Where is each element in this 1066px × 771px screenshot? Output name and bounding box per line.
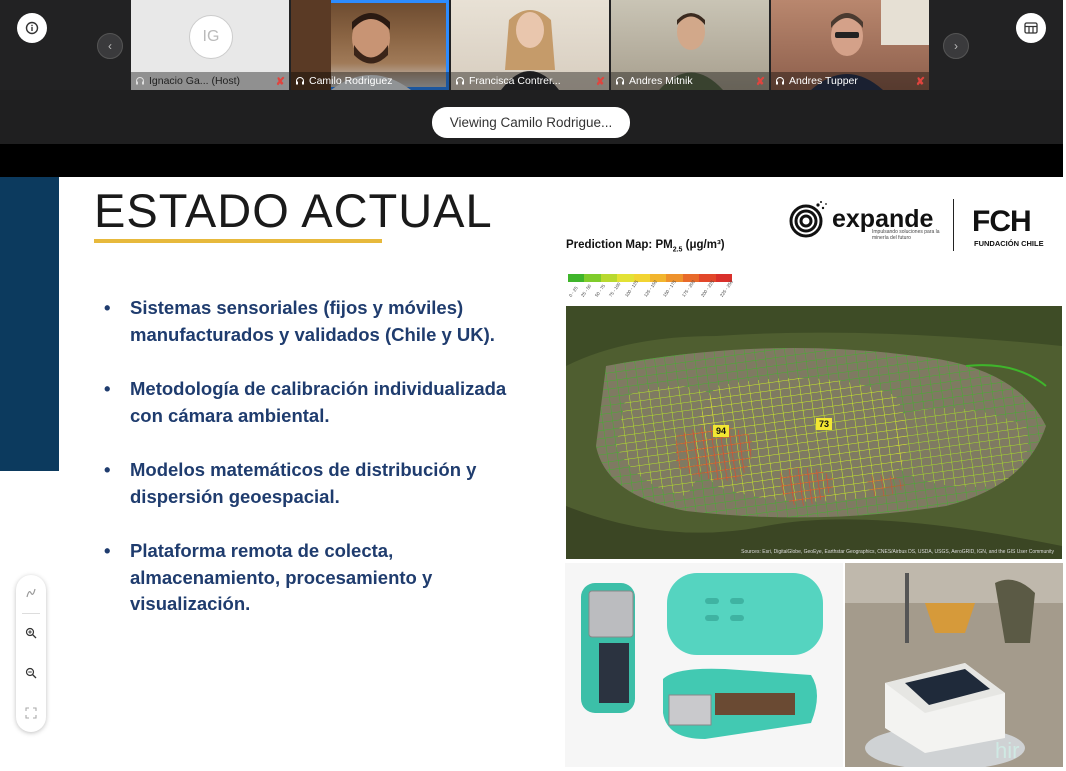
participant-tile-andres-mitnik[interactable]: Andres Mitnik ✘: [611, 0, 769, 90]
prediction-title-unit: (μg/m³): [682, 239, 725, 251]
headset-icon: [456, 77, 464, 85]
scale-tick-label: 100 - 125: [624, 279, 640, 298]
headset-icon: [136, 77, 144, 85]
bullet-item: Plataforma remota de colecta, almacenami…: [102, 538, 542, 618]
participant-tile-camilo[interactable]: Camilo Rodriguez: [291, 0, 449, 90]
prev-page-button[interactable]: ‹: [97, 33, 123, 59]
fch-logo: FCH: [972, 205, 1032, 238]
scale-tick-label: 175 - 200: [681, 279, 697, 298]
viewing-indicator[interactable]: Viewing Camilo Rodrigue...: [432, 107, 630, 138]
mic-muted-icon: ✘: [755, 75, 765, 88]
bullet-item: Modelos matemáticos de distribución y di…: [102, 457, 542, 510]
mic-muted-icon: ✘: [595, 75, 605, 88]
color-scale-legend: [568, 274, 733, 282]
prediction-title-sub: 2.5: [672, 246, 683, 254]
map-attribution: Sources: Esri, DigitalGlobe, GeoEye, Ear…: [741, 549, 1054, 555]
annotation-toolbar: [16, 575, 46, 732]
scale-swatch: [617, 274, 634, 282]
expande-logo: expande Impulsando soluciones para la mi…: [788, 199, 940, 241]
headset-icon: [616, 77, 624, 85]
participant-tile-andres-tupper[interactable]: Andres Tupper ✘: [771, 0, 929, 90]
prediction-title-text: Prediction Map: PM: [566, 239, 673, 251]
scale-swatch: [568, 274, 585, 282]
next-page-button[interactable]: ›: [943, 33, 969, 59]
prediction-map-title: Prediction Map: PM2.5 (μg/m³): [566, 239, 725, 253]
color-scale-ticks: 0 - 25 25 - 50 50 - 75 75 - 100 100 - 125 125…: [568, 279, 734, 301]
fixed-sensor-photo: hir: [845, 563, 1063, 767]
photo-watermark: hir: [995, 738, 1019, 763]
mic-muted-icon: ✘: [915, 75, 925, 88]
map-value-label: 73: [816, 418, 833, 430]
info-icon[interactable]: [17, 13, 47, 43]
toolbar-divider: [22, 613, 40, 614]
participant-name: Camilo Rodriguez: [309, 75, 393, 87]
title-underline: [94, 239, 382, 243]
chevron-right-icon: ›: [954, 39, 958, 53]
scale-tick-label: 75 - 100: [607, 281, 622, 298]
avatar: IG: [189, 15, 233, 59]
scale-tick-label: 150 - 175: [662, 279, 678, 298]
scale-tick-label: 125 - 150: [643, 279, 659, 298]
expande-tagline: Impulsando soluciones para la minería de…: [872, 229, 940, 241]
participant-footer: Camilo Rodriguez: [291, 72, 449, 90]
map-value-label: 94: [713, 425, 730, 437]
bullet-list: Sistemas sensoriales (fijos y móviles) m…: [102, 295, 542, 646]
participant-name: Francisca Contrer...: [469, 75, 561, 87]
slide-title: ESTADO ACTUAL: [94, 184, 493, 237]
scale-tick-label: 200 - 225: [700, 279, 716, 298]
sensor-devices-photo: [565, 563, 843, 767]
scale-tick-label: 50 - 75: [593, 283, 606, 298]
scale-tick-label: 25 - 50: [579, 283, 592, 298]
logo-divider: [953, 199, 954, 251]
participant-tile-ignacio[interactable]: IG Ignacio Ga... (Host) ✘: [131, 0, 289, 90]
participant-name: Andres Tupper: [789, 75, 858, 87]
scale-swatch: [584, 274, 601, 282]
participant-footer: Francisca Contrer... ✘: [451, 72, 609, 90]
gallery-layout-icon[interactable]: [1016, 13, 1046, 43]
slide-accent-bar: [0, 177, 59, 471]
bullet-item: Metodología de calibración individualiza…: [102, 376, 542, 429]
participant-name: Ignacio Ga... (Host): [149, 75, 241, 87]
prediction-map: 94 73 Sources: Esri, DigitalGlobe, GeoEy…: [566, 306, 1062, 559]
fixed-sensor-image: hir: [845, 563, 1063, 767]
scale-tick-label: 0 - 25: [568, 285, 579, 298]
chevron-left-icon: ‹: [108, 39, 112, 53]
headset-icon: [776, 77, 784, 85]
shared-slide: ESTADO ACTUAL Sistemas sensoriales (fijo…: [0, 177, 1063, 771]
mic-muted-icon: ✘: [275, 75, 285, 88]
satellite-map-image: [566, 306, 1062, 559]
participant-strip: ‹ IG Ignacio Ga... (Host) ✘ Camilo Rodri…: [0, 0, 1063, 90]
zoom-in-icon[interactable]: [21, 623, 41, 643]
participant-name: Andres Mitnik: [629, 75, 693, 87]
participant-footer: Ignacio Ga... (Host) ✘: [131, 72, 289, 90]
expande-swirl-icon: [789, 201, 827, 238]
participant-tile-francisca[interactable]: Francisca Contrer... ✘: [451, 0, 609, 90]
participant-footer: Andres Mitnik ✘: [611, 72, 769, 90]
share-border: [0, 144, 1063, 177]
zoom-out-icon[interactable]: [21, 663, 41, 683]
bullet-item: Sistemas sensoriales (fijos y móviles) m…: [102, 295, 542, 348]
annotate-icon[interactable]: [21, 583, 41, 603]
scale-swatch: [600, 274, 618, 282]
headset-icon: [296, 77, 304, 85]
participant-footer: Andres Tupper ✘: [771, 72, 929, 90]
sensor-devices-image: [565, 563, 843, 767]
scale-tick-label: 225 - 250: [719, 279, 735, 298]
fch-subtitle: FUNDACIÓN CHILE: [974, 239, 1044, 248]
fit-screen-icon[interactable]: [21, 703, 41, 723]
